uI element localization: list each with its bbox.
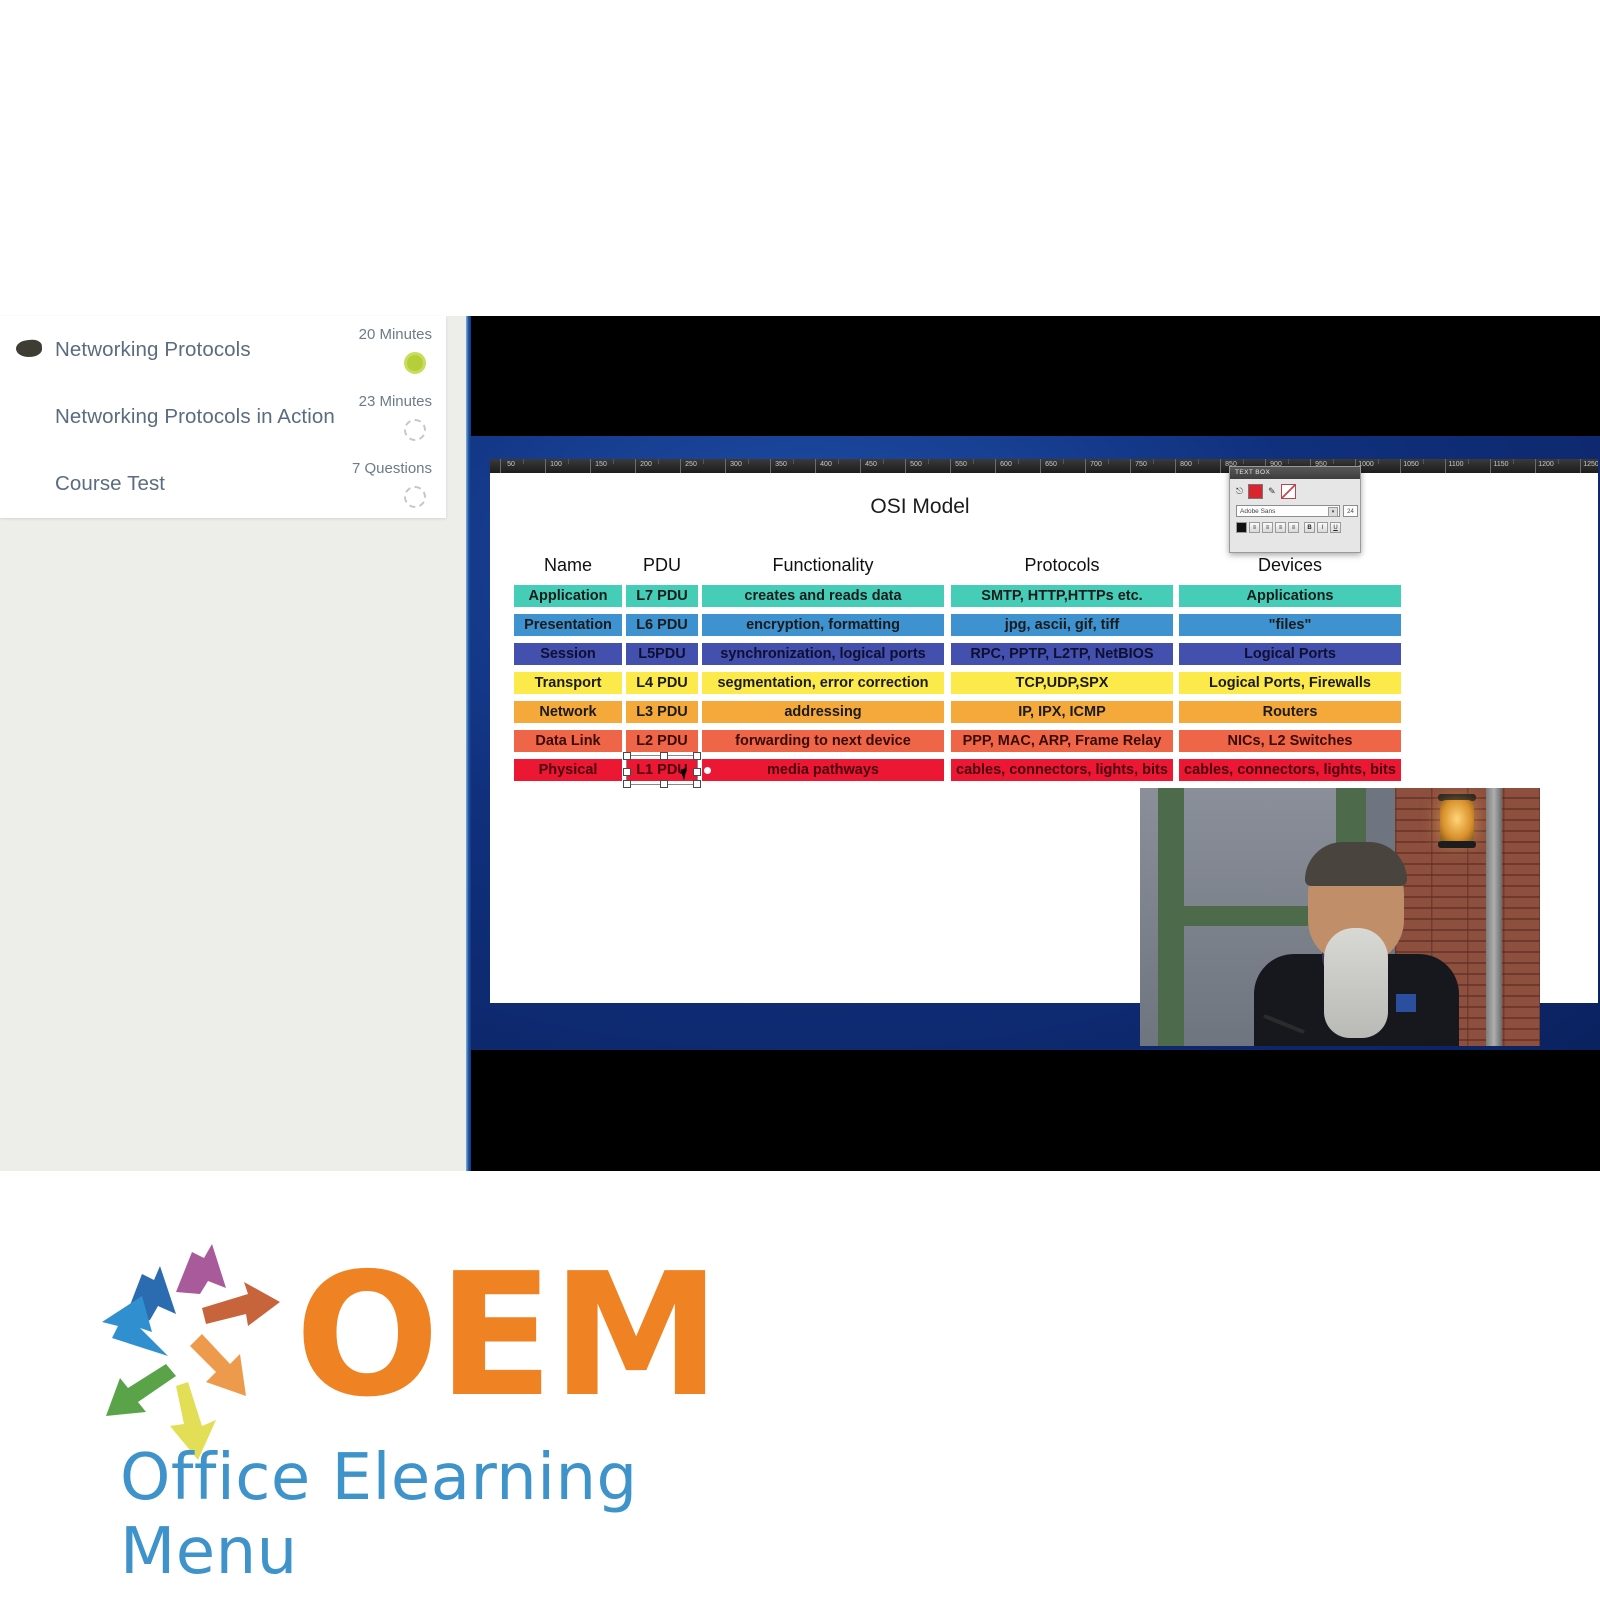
- presenter-figure: [1248, 842, 1463, 1046]
- column-header-functionality: Functionality: [772, 555, 874, 575]
- current-lesson-bullet-icon: [15, 339, 43, 358]
- drain-pipe: [1486, 788, 1502, 1046]
- oem-logo: OEM Office Elearning Menu: [80, 1226, 780, 1589]
- cell-protocols: TCP,UDP,SPX: [951, 672, 1173, 694]
- course-outline-card: Networking Protocols 20 Minutes Networki…: [0, 316, 446, 518]
- cell-functionality: media pathways: [702, 759, 944, 781]
- toolbar-format-row[interactable]: ≡ ≡ ≡ ≡ B I U: [1236, 522, 1341, 533]
- fill-color-swatch[interactable]: [1248, 484, 1264, 499]
- font-size-field[interactable]: 24: [1343, 505, 1358, 517]
- align-right-button[interactable]: ≡: [1275, 522, 1286, 533]
- cell-pdu: L5PDU: [626, 643, 698, 665]
- presenter-hair: [1305, 842, 1407, 886]
- cell-name: Transport: [514, 672, 622, 694]
- course-item-networking-protocols-in-action[interactable]: Networking Protocols in Action 23 Minute…: [0, 383, 446, 450]
- chevron-down-icon[interactable]: ▾: [1328, 507, 1338, 517]
- underline-button[interactable]: U: [1330, 522, 1341, 533]
- course-item-title: Networking Protocols in Action: [55, 405, 335, 428]
- cell-pdu: L6 PDU: [626, 614, 698, 636]
- cell-pdu: L3 PDU: [626, 701, 698, 723]
- cell-name: Session: [514, 643, 622, 665]
- pen-icon[interactable]: ✎: [1268, 486, 1276, 497]
- course-outline-panel: Networking Protocols 20 Minutes Networki…: [0, 316, 466, 1171]
- slide-title: OSI Model: [870, 495, 970, 518]
- cell-functionality: addressing: [702, 701, 944, 723]
- font-family-value: Adobe Sans: [1240, 508, 1276, 515]
- cell-devices: Logical Ports, Firewalls: [1179, 672, 1401, 694]
- cell-functionality: encryption, formatting: [702, 614, 944, 636]
- course-item-duration: 23 Minutes: [358, 393, 432, 410]
- course-item-duration: 20 Minutes: [358, 326, 432, 343]
- cell-pdu: L4 PDU: [626, 672, 698, 694]
- status-indicator-pending: [404, 486, 426, 508]
- cell-devices: "files": [1179, 614, 1401, 636]
- wall-lamp-icon: [1440, 800, 1474, 842]
- align-center-button[interactable]: ≡: [1262, 522, 1273, 533]
- align-left-button[interactable]: ≡: [1249, 522, 1260, 533]
- course-item-networking-protocols[interactable]: Networking Protocols 20 Minutes: [0, 316, 446, 383]
- cell-functionality: segmentation, error correction: [702, 672, 944, 694]
- logo-wordmark: OEM: [295, 1237, 721, 1435]
- cell-devices: cables, connectors, lights, bits: [1179, 759, 1401, 781]
- cell-name: Application: [514, 585, 622, 607]
- jacket-logo-badge: [1396, 994, 1416, 1012]
- text-color-swatch[interactable]: [1236, 522, 1247, 533]
- cell-protocols: IP, IPX, ICMP: [951, 701, 1173, 723]
- cell-functionality: forwarding to next device: [702, 730, 944, 752]
- column-header-name: Name: [543, 555, 592, 575]
- presenter-beard: [1324, 928, 1388, 1038]
- cell-functionality: synchronization, logical ports: [702, 643, 944, 665]
- cell-name: Data Link: [514, 730, 622, 752]
- course-item-course-test[interactable]: Course Test 7 Questions: [0, 450, 446, 517]
- cell-protocols: SMTP, HTTP,HTTPs etc.: [951, 585, 1173, 607]
- cell-functionality: creates and reads data: [702, 585, 944, 607]
- font-family-select[interactable]: Adobe Sans ▾: [1236, 505, 1340, 517]
- logo-tagline: Office Elearning Menu: [120, 1441, 638, 1589]
- cell-pdu: L2 PDU: [626, 730, 698, 752]
- column-header-protocols: Protocols: [1024, 555, 1100, 575]
- cell-devices: Routers: [1179, 701, 1401, 723]
- brand-footer: OEM Office Elearning Menu: [0, 1171, 1600, 1600]
- cell-devices: NICs, L2 Switches: [1179, 730, 1401, 752]
- status-indicator-pending: [404, 419, 426, 441]
- cell-devices: Applications: [1179, 585, 1401, 607]
- text-box-toolbar-panel[interactable]: TEXT BOX ⎋ ✎ Adobe Sans ▾ 24 ≡ ≡ ≡ ≡ B I…: [1229, 466, 1361, 553]
- cell-protocols: jpg, ascii, gif, tiff: [951, 614, 1173, 636]
- cell-pdu: L7 PDU: [626, 585, 698, 607]
- column-header-devices: Devices: [1257, 555, 1323, 575]
- logo-arrow-cluster-icon: [102, 1244, 280, 1460]
- cell-name: Presentation: [514, 614, 622, 636]
- cell-name: Physical: [514, 759, 622, 781]
- italic-button[interactable]: I: [1317, 522, 1328, 533]
- toolbar-title: TEXT BOX: [1230, 467, 1360, 479]
- cell-protocols: RPC, PPTP, L2TP, NetBIOS: [951, 643, 1173, 665]
- anchor-dot-marker: [704, 767, 711, 774]
- presenter-webcam-overlay: [1140, 788, 1540, 1046]
- page-top-whitespace: [0, 0, 1600, 316]
- slide-editor-ruler: 50 100 150 200 250 300 350 400 450 500 550 600 650 70…: [490, 459, 1598, 473]
- video-player[interactable]: 50 100 150 200 250 300 350 400 450 500 550 600 650 70…: [466, 316, 1600, 1171]
- status-indicator-completed: [404, 352, 426, 374]
- column-header-pdu: PDU: [642, 555, 681, 575]
- cell-devices: Logical Ports: [1179, 643, 1401, 665]
- course-item-question-count: 7 Questions: [351, 460, 432, 477]
- cell-protocols: cables, connectors, lights, bits: [951, 759, 1173, 781]
- stroke-color-swatch[interactable]: [1280, 484, 1296, 499]
- fill-bucket-icon[interactable]: ⎋: [1236, 486, 1243, 497]
- align-justify-button[interactable]: ≡: [1288, 522, 1299, 533]
- course-item-title: Networking Protocols: [55, 338, 251, 361]
- cell-protocols: PPP, MAC, ARP, Frame Relay: [951, 730, 1173, 752]
- cell-name: Network: [514, 701, 622, 723]
- course-item-title: Course Test: [55, 472, 166, 495]
- toolbar-swatch-row[interactable]: ⎋ ✎: [1236, 484, 1296, 499]
- bold-button[interactable]: B: [1304, 522, 1315, 533]
